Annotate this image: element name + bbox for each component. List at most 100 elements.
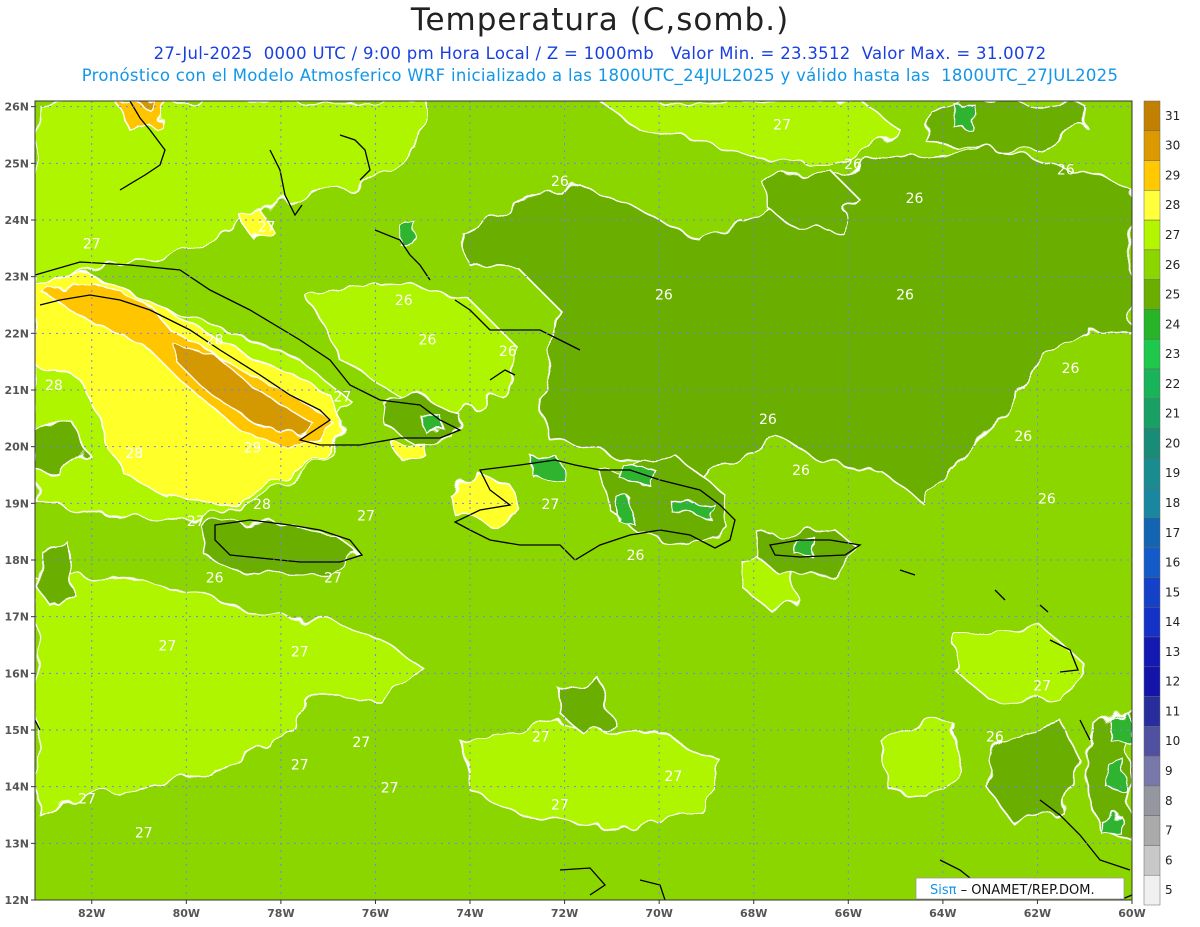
colorbar-label: 30 <box>1165 139 1180 153</box>
colorbar-swatch <box>1143 726 1161 757</box>
lat-tick-label: 15N <box>4 724 29 737</box>
lat-tick-label: 16N <box>4 667 29 680</box>
colorbar-swatch <box>1143 815 1161 846</box>
colorbar-label: 25 <box>1165 288 1180 302</box>
colorbar-label: 14 <box>1165 615 1180 629</box>
colorbar-label: 6 <box>1165 853 1173 867</box>
colorbar-label: 23 <box>1165 347 1180 361</box>
colorbar-swatch <box>1143 219 1161 251</box>
contour-label: 27 <box>291 644 309 660</box>
lat-tick-label: 21N <box>4 384 29 397</box>
contour-label: 26 <box>551 174 569 190</box>
contour-label: 26 <box>1038 491 1056 507</box>
colorbar-label: 28 <box>1165 198 1180 212</box>
contour-label: 26 <box>759 412 777 428</box>
contour-label: 26 <box>395 293 413 309</box>
colorbar-label: 20 <box>1165 436 1180 450</box>
temperature-field <box>35 101 1132 900</box>
contour-label: 26 <box>627 548 645 564</box>
contour-label: 27 <box>83 236 101 252</box>
contour-label: 26 <box>499 344 517 360</box>
colorbar-swatch <box>1143 190 1161 221</box>
colorbar-swatch <box>1143 845 1161 876</box>
contour-label: 27 <box>258 219 276 235</box>
colorbar-label: 19 <box>1165 466 1180 480</box>
colorbar-label: 9 <box>1165 764 1173 778</box>
colorbar-label: 5 <box>1165 883 1173 897</box>
contour-label: 28 <box>253 497 271 513</box>
colorbar-swatch <box>1143 666 1161 697</box>
contour-label: 27 <box>135 826 153 842</box>
colorbar-label: 11 <box>1165 704 1180 718</box>
colorbar-label: 18 <box>1165 496 1180 510</box>
colorbar-label: 17 <box>1165 526 1180 540</box>
lat-tick-label: 19N <box>4 497 29 510</box>
lon-tick-label: 64W <box>929 907 956 920</box>
contour-label: 26 <box>1014 429 1032 445</box>
contour-label: 29 <box>244 440 262 456</box>
colorbar-swatch <box>1143 338 1161 370</box>
contour-label: 27 <box>664 769 682 785</box>
contour-label: 26 <box>896 287 914 303</box>
colorbar-swatch <box>1143 547 1161 578</box>
lon-tick-label: 78W <box>267 907 294 920</box>
lat-tick-label: 22N <box>4 327 29 340</box>
lon-tick-label: 74W <box>456 907 483 920</box>
colorbar-swatch <box>1143 606 1161 638</box>
contour-label: 27 <box>381 780 399 796</box>
colorbar-swatch <box>1143 487 1161 519</box>
colorbar-label: 24 <box>1165 317 1180 331</box>
contour-label: 28 <box>45 378 63 394</box>
lon-tick-label: 82W <box>78 907 105 920</box>
colorbar-label: 21 <box>1165 407 1180 421</box>
colorbar-swatch <box>1143 636 1161 668</box>
colorbar-swatch <box>1143 368 1161 400</box>
lat-tick-label: 20N <box>4 441 29 454</box>
contour-label: 27 <box>324 571 342 587</box>
colorbar-label: 31 <box>1165 109 1180 123</box>
colorbar-label: 26 <box>1165 258 1180 272</box>
svg-text:Sisπ – ONAMET/REP.DOM.: Sisπ – ONAMET/REP.DOM. <box>930 883 1095 898</box>
lat-tick-label: 25N <box>4 157 29 170</box>
colorbar-swatch <box>1143 785 1161 816</box>
lon-tick-label: 76W <box>362 907 389 920</box>
contour-label: 27 <box>541 497 559 513</box>
lon-tick-label: 68W <box>740 907 767 920</box>
colorbar-swatch <box>1143 309 1161 340</box>
colorbar-label: 12 <box>1165 675 1180 689</box>
credit-org: – ONAMET/REP.DOM. <box>956 883 1094 898</box>
lon-tick-label: 66W <box>835 907 862 920</box>
colorbar-swatch <box>1143 874 1161 906</box>
contour-label: 28 <box>125 446 143 462</box>
colorbar-swatch <box>1143 130 1161 161</box>
contour-label: 27 <box>187 514 205 530</box>
contour-label: 27 <box>532 729 550 745</box>
colorbar-label: 13 <box>1165 645 1180 659</box>
lat-tick-label: 18N <box>4 554 29 567</box>
contour-label: 27 <box>357 508 375 524</box>
contour-label: 28 <box>206 333 224 349</box>
contour-label: 27 <box>78 792 96 808</box>
colorbar-swatch <box>1143 577 1161 608</box>
credit-box: Sisπ – ONAMET/REP.DOM. <box>915 877 1125 900</box>
colorbar-swatch <box>1143 100 1161 132</box>
lon-tick-label: 72W <box>551 907 578 920</box>
colorbar-label: 8 <box>1165 794 1173 808</box>
colorbar-swatch <box>1143 398 1161 429</box>
contour-label: 27 <box>773 117 791 133</box>
contour-label: 27 <box>352 735 370 751</box>
lon-tick-label: 80W <box>173 907 200 920</box>
colorbar: 31 30 29 28 27 26 25 24 23 22 21 20 19 18 17 16 15 14 13 12… <box>1143 100 1180 906</box>
contour-label: 26 <box>206 571 224 587</box>
colorbar-swatch <box>1143 249 1161 280</box>
colorbar-swatch <box>1143 458 1161 489</box>
lat-tick-label: 23N <box>4 271 29 284</box>
colorbar-swatch <box>1143 755 1161 787</box>
colorbar-label: 27 <box>1165 228 1180 242</box>
contour-label: 27 <box>551 797 569 813</box>
lat-tick-label: 12N <box>4 894 29 907</box>
contour-label: 26 <box>655 287 673 303</box>
contour-label: 27 <box>1033 678 1051 694</box>
colorbar-swatch <box>1143 279 1161 310</box>
lat-tick-label: 13N <box>4 837 29 850</box>
